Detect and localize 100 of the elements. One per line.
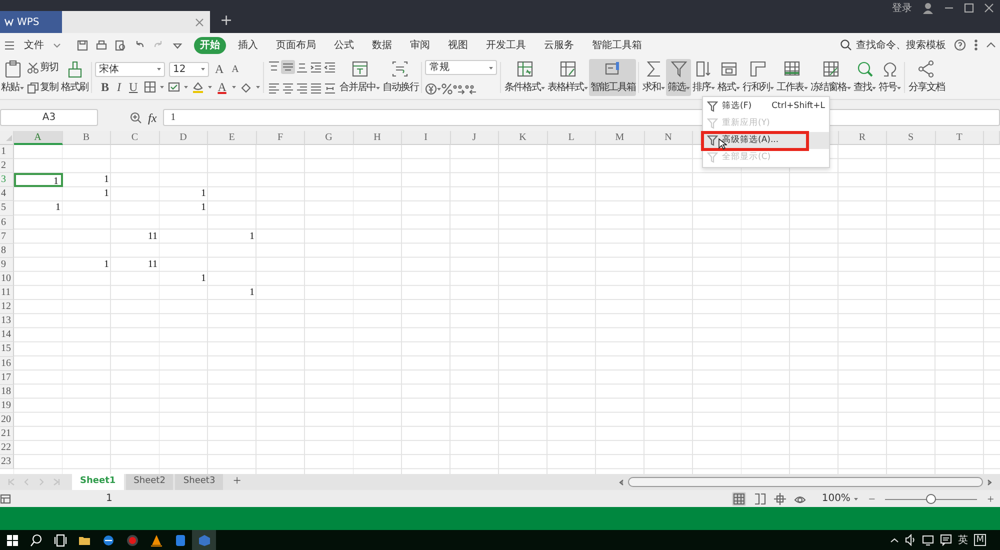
macro-icon[interactable]	[0, 493, 11, 504]
network-icon[interactable]	[922, 534, 934, 546]
row-header[interactable]: 6	[0, 216, 14, 230]
column-header[interactable]: M	[596, 131, 644, 146]
italic-button[interactable]: I	[115, 78, 124, 96]
column-header[interactable]: N	[644, 131, 693, 146]
cell-fill-icon[interactable]	[168, 81, 180, 93]
app-icon[interactable]	[174, 534, 186, 546]
row-header[interactable]: 5	[0, 201, 14, 216]
row-header[interactable]: 14	[0, 328, 14, 342]
font-name-field[interactable]: 宋体	[95, 62, 165, 76]
menu-tab[interactable]: 数据	[366, 36, 398, 54]
font-color-button[interactable]: A	[216, 78, 228, 96]
page-layout-icon[interactable]	[774, 492, 786, 504]
percent-icon[interactable]	[441, 83, 454, 95]
column-header[interactable]: H	[354, 131, 402, 146]
browser-icon[interactable]	[102, 534, 114, 546]
alignment-button[interactable]	[281, 60, 296, 74]
row-header[interactable]: 16	[0, 356, 14, 371]
record-icon[interactable]	[126, 534, 138, 546]
login-link[interactable]: 登录	[892, 0, 912, 16]
ribbon-button[interactable]: 自动换行	[381, 59, 420, 96]
app-tab[interactable]: WPS	[0, 11, 62, 33]
menu-icon[interactable]	[4, 40, 15, 50]
page-break-icon[interactable]	[754, 492, 766, 504]
column-header[interactable]: L	[548, 131, 596, 146]
row-header[interactable]: 22	[0, 441, 14, 456]
row-header[interactable]: 9	[0, 258, 14, 272]
row-header[interactable]: 7	[0, 230, 14, 244]
ribbon-button[interactable]: 表格样式	[546, 59, 590, 96]
increase-decimal-icon[interactable]	[453, 83, 466, 95]
row-header[interactable]: 23	[0, 455, 14, 470]
user-icon[interactable]	[922, 2, 934, 14]
column-header[interactable]: K	[499, 131, 548, 146]
notification-icon[interactable]	[940, 534, 952, 546]
search-command[interactable]: 查找命令、搜索模板	[856, 38, 946, 52]
menu-tab[interactable]: 页面布局	[270, 36, 322, 54]
column-header[interactable]: R	[838, 131, 887, 146]
ribbon-button[interactable]: 复制	[26, 80, 59, 95]
column-header[interactable]: I	[402, 131, 450, 146]
sheet-tab[interactable]: Sheet3	[175, 474, 224, 490]
alignment-button[interactable]	[295, 81, 310, 95]
ribbon-button[interactable]: 冻结窗格	[809, 59, 852, 96]
collapse-icon[interactable]	[986, 41, 996, 49]
preview-icon[interactable]	[115, 40, 126, 50]
row-header[interactable]: 4	[0, 187, 14, 202]
search-icon[interactable]	[30, 534, 42, 546]
ribbon-button[interactable]: 分享文档	[907, 59, 946, 96]
eraser-icon[interactable]	[240, 81, 252, 93]
number-format-field[interactable]: 常规	[425, 60, 498, 75]
ribbon-button[interactable]: 行和列	[741, 59, 776, 96]
function-button[interactable]: fx	[148, 108, 157, 126]
cone-icon[interactable]	[150, 534, 162, 546]
new-tab-button[interactable]: +	[220, 9, 233, 32]
column-header[interactable]: F	[256, 131, 305, 146]
row-header[interactable]: 17	[0, 370, 14, 385]
column-header[interactable]: T	[936, 131, 984, 146]
increase-font-button[interactable]: A	[213, 60, 226, 78]
menu-tab[interactable]: 公式	[328, 36, 360, 54]
scroll-right-icon[interactable]	[987, 478, 992, 486]
menu-tab[interactable]: 智能工具箱	[586, 36, 648, 54]
column-header[interactable]: S	[887, 131, 936, 146]
slider-thumb[interactable]	[926, 494, 936, 504]
close-icon[interactable]	[984, 3, 994, 13]
fill-color-icon[interactable]	[192, 81, 204, 93]
name-box[interactable]: A3	[0, 109, 98, 126]
ribbon-button[interactable]: 条件格式	[503, 59, 546, 96]
row-header[interactable]: 12	[0, 300, 14, 314]
ribbon-button[interactable]: 剪切	[26, 60, 59, 75]
close-icon[interactable]	[195, 18, 204, 26]
ribbon-button[interactable]: 格式刷	[60, 59, 89, 96]
font-size-field[interactable]: 12	[169, 62, 209, 76]
ribbon-button[interactable]: 求和	[641, 59, 666, 96]
ribbon-button[interactable]: 查找	[852, 59, 878, 96]
menu-tab[interactable]: 开发工具	[480, 36, 532, 54]
ribbon-button[interactable]: 工作表	[775, 59, 810, 96]
speaker-icon[interactable]	[905, 534, 916, 546]
row-header[interactable]: 1	[0, 145, 14, 160]
task-view-icon[interactable]	[54, 534, 66, 546]
column-header[interactable]: G	[305, 131, 354, 146]
save-icon[interactable]	[77, 40, 88, 50]
ribbon-button[interactable]: 智能工具箱	[589, 59, 636, 96]
zoom-in-button[interactable]: +	[985, 490, 996, 508]
ribbon-button[interactable]: 筛选	[666, 59, 692, 96]
file-menu[interactable]: 文件	[18, 36, 50, 54]
add-sheet-button[interactable]: +	[231, 474, 244, 490]
menu-tab[interactable]: 插入	[232, 36, 264, 54]
normal-view-button[interactable]	[732, 492, 746, 506]
menu-tab[interactable]: 视图	[442, 36, 474, 54]
start-icon[interactable]	[6, 534, 18, 546]
bold-button[interactable]: B	[99, 78, 112, 96]
zoom-out-button[interactable]: −	[866, 490, 878, 508]
zoom-icon[interactable]	[130, 112, 142, 124]
column-header[interactable]: E	[208, 131, 256, 146]
underline-button[interactable]: U	[127, 78, 140, 96]
alignment-button[interactable]	[309, 81, 324, 95]
column-header[interactable]: A	[14, 131, 62, 146]
row-header[interactable]: 15	[0, 342, 14, 356]
ribbon-button[interactable]: 排序	[691, 59, 716, 96]
alignment-button[interactable]	[281, 81, 296, 95]
